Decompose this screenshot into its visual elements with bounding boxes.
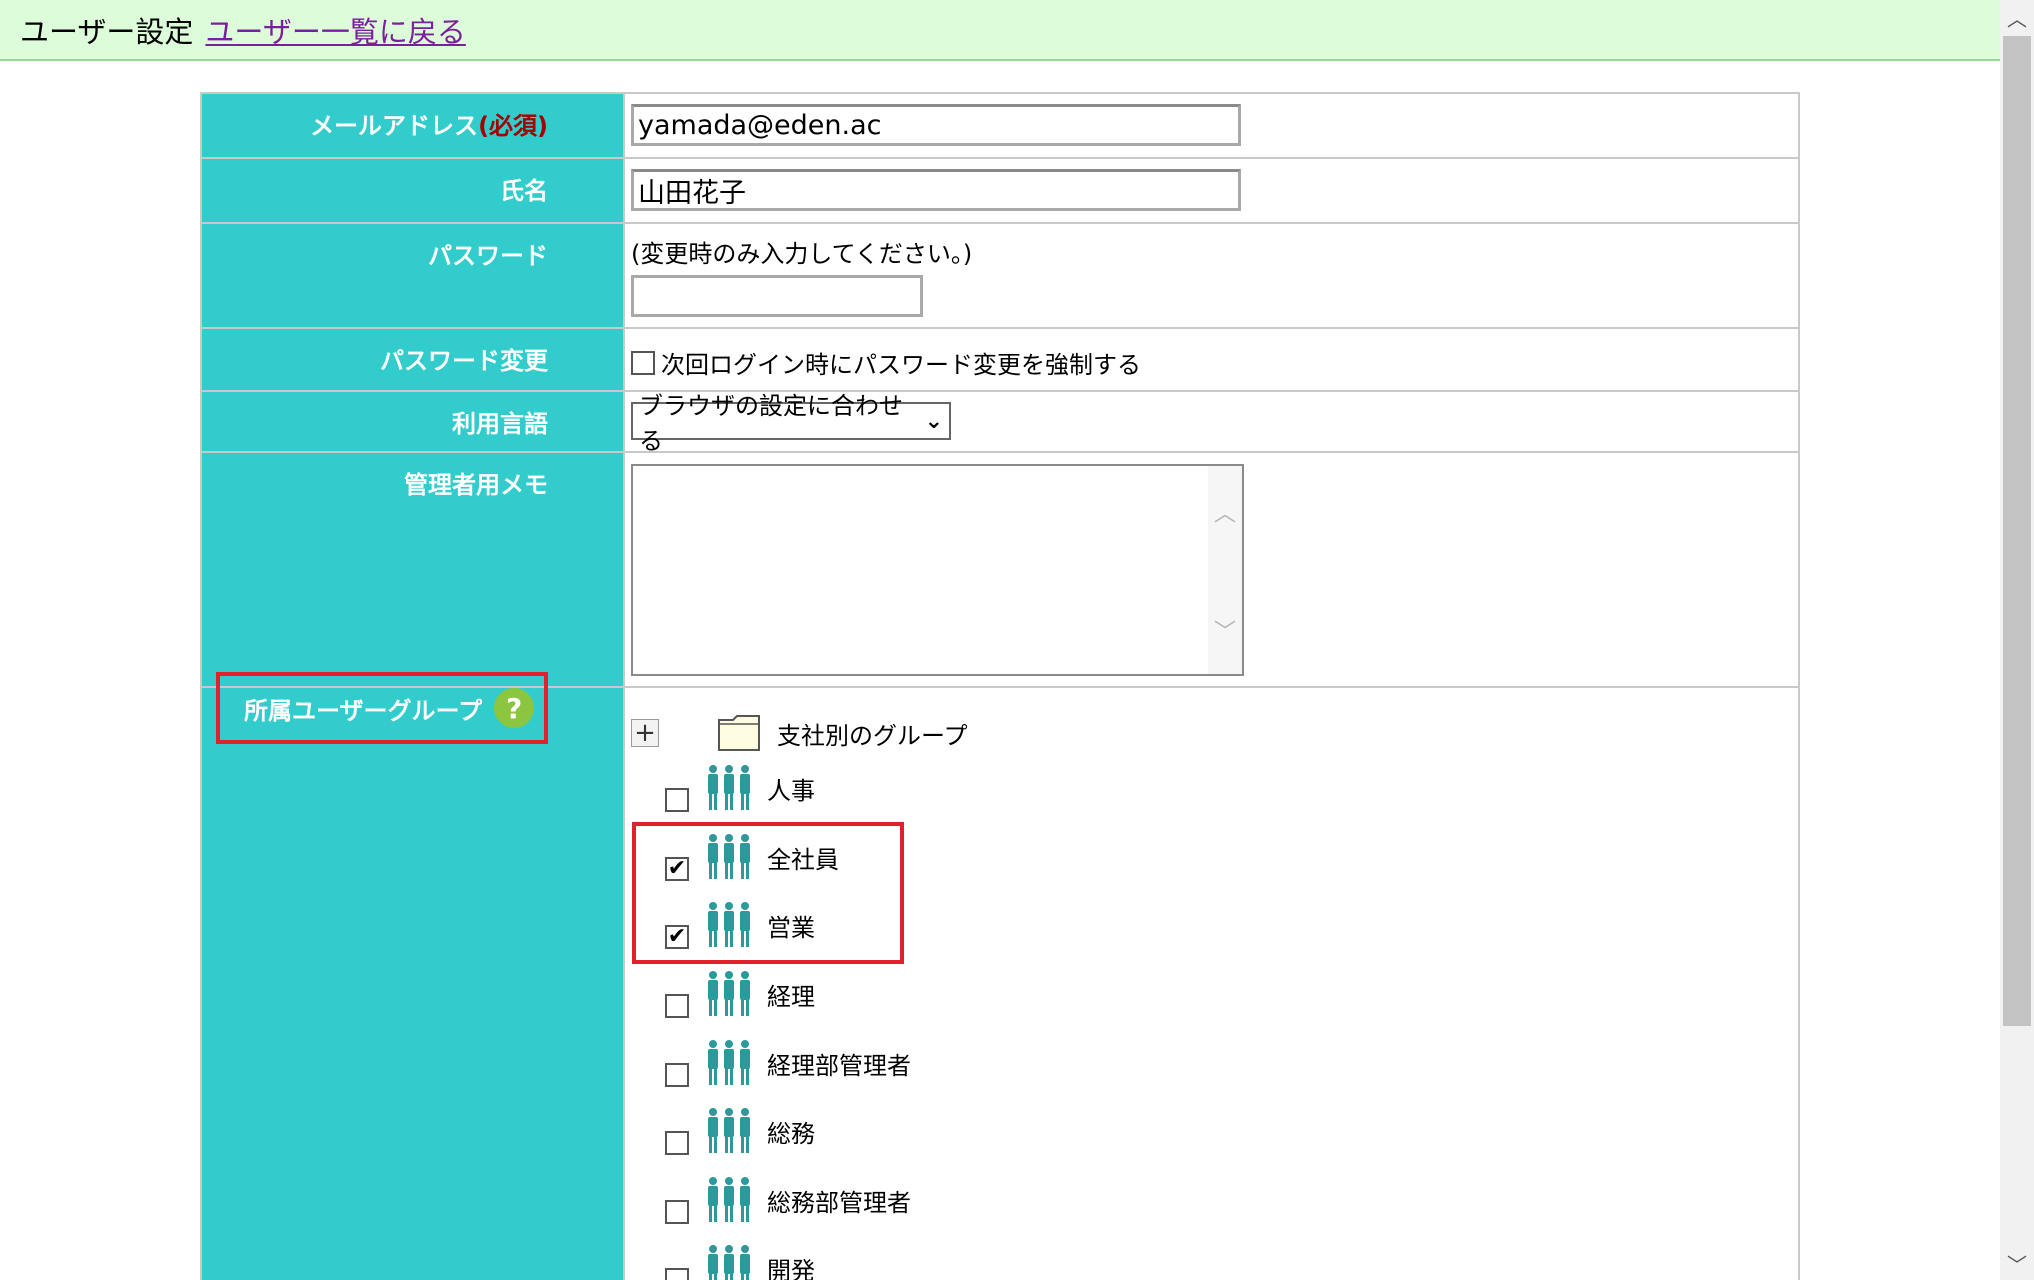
group-checkbox[interactable]: [665, 788, 689, 812]
group-item-jinji: 人事: [665, 764, 815, 812]
page-scrollbar[interactable]: ︿ ﹀: [2000, 0, 2034, 1280]
checked-groups-highlight: [632, 822, 904, 964]
password-change-label: パスワード変更: [200, 327, 625, 392]
group-item-kaihatsu: 開発: [665, 1244, 815, 1280]
email-input[interactable]: yamada@eden.ac: [631, 104, 1241, 146]
group-checkbox[interactable]: [665, 1131, 689, 1155]
language-label: 利用言語: [200, 390, 625, 453]
people-icon: [708, 1177, 750, 1222]
force-password-change-checkbox[interactable]: [631, 350, 655, 375]
groups-label-highlight: 所属ユーザーグループ ?: [216, 672, 548, 744]
password-label: パスワード: [200, 222, 625, 329]
group-name: 経理部管理者: [767, 1051, 911, 1080]
group-checkbox[interactable]: [665, 994, 689, 1018]
help-icon[interactable]: ?: [494, 688, 535, 728]
group-name: 開発: [767, 1256, 815, 1280]
tree-root: + 支社別のグループ: [631, 714, 968, 752]
groups-label-cell: [200, 686, 625, 1280]
group-tree: + 支社別のグループ 人事 ✔ 全社員 ✔ 営業 経理 経理部管理者 総務 総務…: [625, 688, 1798, 1280]
group-checkbox[interactable]: [665, 1063, 689, 1087]
name-label: 氏名: [200, 157, 625, 224]
required-mark: (必須): [478, 112, 548, 140]
password-hint: (変更時のみ入力してください。): [631, 240, 973, 268]
expand-plus-icon[interactable]: +: [631, 718, 659, 748]
force-password-change-label: 次回ログイン時にパスワード変更を強制する: [661, 351, 1141, 379]
group-name: 経理: [767, 982, 815, 1011]
group-name: 人事: [767, 776, 815, 805]
groups-label: 所属ユーザーグループ: [244, 696, 483, 725]
group-checkbox[interactable]: [665, 1268, 689, 1280]
people-icon: [708, 765, 750, 810]
page-title: ユーザー設定: [20, 14, 194, 49]
chevron-up-icon[interactable]: ︿: [1208, 496, 1242, 528]
page-header: ユーザー設定 ユーザー一覧に戻る: [0, 0, 2000, 61]
tree-root-label: 支社別のグループ: [777, 721, 968, 750]
group-name: 総務: [767, 1119, 815, 1148]
scroll-down-icon[interactable]: ﹀: [2000, 1246, 2034, 1280]
group-item-keiri: 経理: [665, 970, 815, 1018]
people-icon: [708, 1040, 750, 1085]
scrollbar-thumb[interactable]: [2003, 36, 2031, 1026]
admin-memo-label: 管理者用メモ: [200, 451, 625, 688]
email-label: メールアドレス(必須): [200, 92, 625, 159]
folder-icon: [718, 715, 760, 751]
scroll-up-icon[interactable]: ︿: [2000, 0, 2034, 34]
name-input[interactable]: 山田花子: [631, 169, 1241, 211]
language-select[interactable]: ブラウザの設定に合わせる ⌄: [631, 392, 951, 455]
back-to-user-list-link[interactable]: ユーザー一覧に戻る: [205, 9, 465, 51]
people-icon: [708, 1108, 750, 1153]
textarea-scrollbar[interactable]: ︿ ﹀: [1208, 466, 1242, 674]
chevron-down-icon[interactable]: ﹀: [1208, 614, 1242, 646]
group-item-somu-admin: 総務部管理者: [665, 1176, 911, 1224]
group-item-keiri-admin: 経理部管理者: [665, 1039, 911, 1087]
group-checkbox[interactable]: [665, 1200, 689, 1224]
admin-memo-textarea[interactable]: ︿ ﹀: [631, 464, 1244, 676]
people-icon: [708, 971, 750, 1016]
chevron-down-icon: ⌄: [924, 408, 943, 434]
password-input[interactable]: [631, 275, 923, 317]
group-name: 総務部管理者: [767, 1188, 911, 1217]
group-item-somu: 総務: [665, 1107, 815, 1155]
people-icon: [708, 1245, 750, 1280]
